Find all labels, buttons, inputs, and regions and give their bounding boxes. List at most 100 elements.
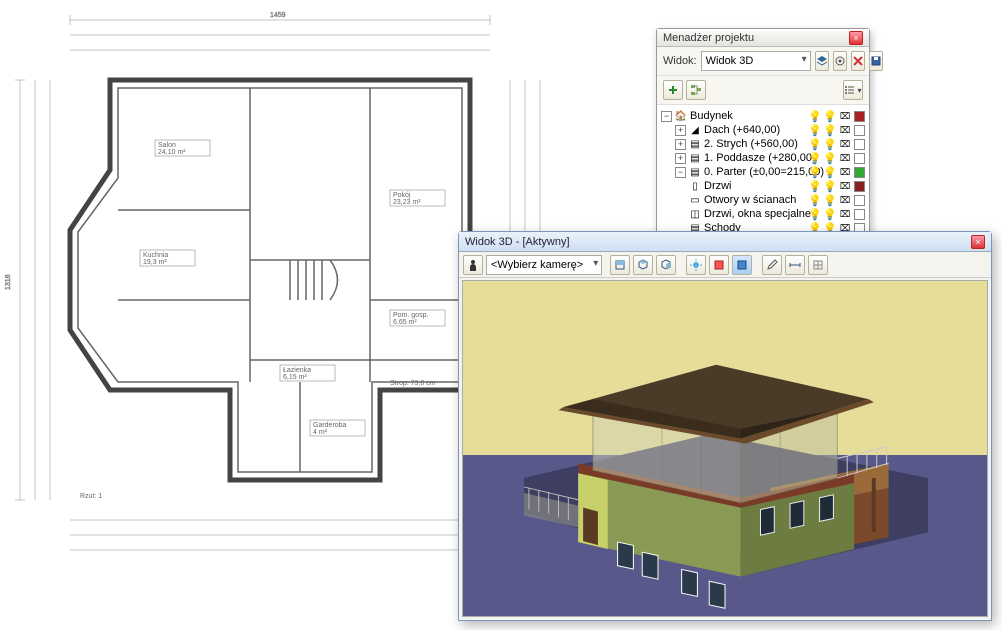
vis-row[interactable]: 💡💡⌧ bbox=[809, 151, 865, 165]
dimension-icon[interactable] bbox=[785, 255, 805, 275]
bulb-icon[interactable]: 💡 bbox=[809, 166, 821, 178]
svg-text:Pokój: Pokój bbox=[393, 192, 411, 199]
save-icon[interactable] bbox=[869, 51, 883, 71]
print-icon[interactable]: ⌧ bbox=[839, 194, 851, 206]
light-blue-icon[interactable] bbox=[732, 255, 752, 275]
cube-side-icon[interactable] bbox=[656, 255, 676, 275]
svg-text:Kuchnia: Kuchnia bbox=[143, 252, 168, 259]
color-swatch[interactable] bbox=[854, 125, 865, 136]
view-dropdown[interactable]: Widok 3D bbox=[701, 51, 811, 71]
color-swatch[interactable] bbox=[854, 209, 865, 220]
vis-row[interactable]: 💡💡⌧ bbox=[809, 207, 865, 221]
dim-height-label: 1316 bbox=[5, 274, 12, 290]
project-manager-panel[interactable]: Menadżer projektu × Widok: Widok 3D ▾ − … bbox=[656, 28, 870, 242]
expander-icon[interactable]: − bbox=[675, 167, 686, 178]
bulb-icon[interactable]: 💡 bbox=[809, 152, 821, 164]
vis-row[interactable]: 💡💡⌧ bbox=[809, 109, 865, 123]
svg-text:6,15 m²: 6,15 m² bbox=[283, 374, 307, 381]
color-swatch[interactable] bbox=[854, 139, 865, 150]
level-icon: ▤ bbox=[689, 138, 701, 150]
cube-iso-icon[interactable] bbox=[633, 255, 653, 275]
bulb2-icon[interactable]: 💡 bbox=[824, 138, 836, 150]
tree-icon[interactable] bbox=[686, 80, 706, 100]
bulb-icon[interactable]: 💡 bbox=[809, 208, 821, 220]
bulb2-icon[interactable]: 💡 bbox=[824, 152, 836, 164]
color-swatch[interactable] bbox=[854, 195, 865, 206]
vis-row[interactable]: 💡💡⌧ bbox=[809, 137, 865, 151]
bulb2-icon[interactable]: 💡 bbox=[824, 180, 836, 192]
svg-text:Pom. gosp.: Pom. gosp. bbox=[393, 312, 428, 319]
svg-text:19,3 m²: 19,3 m² bbox=[143, 259, 167, 266]
expander-icon[interactable]: − bbox=[661, 111, 672, 122]
print-icon[interactable]: ⌧ bbox=[839, 110, 851, 122]
close-icon[interactable]: × bbox=[971, 235, 985, 249]
vis-row[interactable]: 💡💡⌧ bbox=[809, 123, 865, 137]
expander-icon[interactable]: + bbox=[675, 125, 686, 136]
options-icon[interactable]: ▾ bbox=[843, 80, 863, 100]
bulb2-icon[interactable]: 💡 bbox=[824, 208, 836, 220]
grid-icon[interactable] bbox=[808, 255, 828, 275]
pm-second-toolbar: ▾ bbox=[657, 76, 869, 105]
bulb2-icon[interactable]: 💡 bbox=[824, 110, 836, 122]
opening-icon: ▭ bbox=[689, 194, 701, 206]
bulb2-icon[interactable]: 💡 bbox=[824, 194, 836, 206]
viewport-3d[interactable] bbox=[462, 280, 988, 617]
svg-text:6,65 m²: 6,65 m² bbox=[393, 319, 417, 326]
bulb-icon[interactable]: 💡 bbox=[809, 124, 821, 136]
vis-row[interactable]: 💡💡⌧ bbox=[809, 165, 865, 179]
project-manager-titlebar[interactable]: Menadżer projektu × bbox=[657, 29, 869, 47]
roof-icon: ◢ bbox=[689, 124, 701, 136]
view-label: Widok: bbox=[663, 55, 697, 67]
view3d-title: Widok 3D - [Aktywny] bbox=[465, 236, 570, 248]
bulb-icon[interactable]: 💡 bbox=[809, 180, 821, 192]
view3d-titlebar[interactable]: Widok 3D - [Aktywny] × bbox=[459, 232, 991, 252]
svg-text:24,10 m²: 24,10 m² bbox=[158, 149, 186, 156]
vis-row[interactable]: 💡💡⌧ bbox=[809, 193, 865, 207]
cube-front-icon[interactable] bbox=[610, 255, 630, 275]
print-icon[interactable]: ⌧ bbox=[839, 138, 851, 150]
print-icon[interactable]: ⌧ bbox=[839, 152, 851, 164]
print-icon[interactable]: ⌧ bbox=[839, 208, 851, 220]
person-icon[interactable] bbox=[463, 255, 483, 275]
view3d-toolbar: <Wybierz kamerę> bbox=[459, 252, 991, 278]
layers-icon[interactable] bbox=[815, 51, 829, 71]
print-icon[interactable]: ⌧ bbox=[839, 124, 851, 136]
view3d-window[interactable]: Widok 3D - [Aktywny] × <Wybierz kamerę> bbox=[458, 231, 992, 621]
color-swatch[interactable] bbox=[854, 167, 865, 178]
pencil-icon[interactable] bbox=[762, 255, 782, 275]
close-icon[interactable]: × bbox=[849, 31, 863, 45]
bulb2-icon[interactable]: 💡 bbox=[824, 124, 836, 136]
special-window-icon: ◫ bbox=[689, 208, 701, 220]
door-icon: ▯ bbox=[689, 180, 701, 192]
building-icon: 🏠 bbox=[675, 110, 687, 122]
strop-text: Strop: 73,0 cm bbox=[390, 380, 436, 387]
view-name: Rzut: 1 bbox=[80, 493, 102, 500]
building-3d-render bbox=[463, 281, 987, 616]
expander-icon[interactable]: + bbox=[675, 153, 686, 164]
level-icon: ▤ bbox=[689, 152, 701, 164]
view-selector-row: Widok: Widok 3D bbox=[657, 47, 869, 76]
bulb-icon[interactable]: 💡 bbox=[809, 138, 821, 150]
dim-width-label: 1459 bbox=[270, 12, 286, 19]
delete-icon[interactable] bbox=[851, 51, 865, 71]
camera-dropdown[interactable]: <Wybierz kamerę> bbox=[486, 255, 602, 275]
expander-icon[interactable]: + bbox=[675, 139, 686, 150]
print-icon[interactable]: ⌧ bbox=[839, 166, 851, 178]
print-icon[interactable]: ⌧ bbox=[839, 180, 851, 192]
svg-text:Salon: Salon bbox=[158, 142, 176, 149]
target-icon[interactable] bbox=[833, 51, 847, 71]
color-swatch[interactable] bbox=[854, 181, 865, 192]
bulb2-icon[interactable]: 💡 bbox=[824, 166, 836, 178]
color-swatch[interactable] bbox=[854, 111, 865, 122]
svg-text:Garderoba: Garderoba bbox=[313, 422, 347, 429]
project-manager-title: Menadżer projektu bbox=[663, 29, 754, 47]
light-paint-icon[interactable] bbox=[709, 255, 729, 275]
add-icon[interactable] bbox=[663, 80, 683, 100]
svg-text:4 m²: 4 m² bbox=[313, 429, 328, 436]
color-swatch[interactable] bbox=[854, 153, 865, 164]
vis-row[interactable]: 💡💡⌧ bbox=[809, 179, 865, 193]
light-top-icon[interactable] bbox=[686, 255, 706, 275]
bulb-icon[interactable]: 💡 bbox=[809, 110, 821, 122]
bulb-icon[interactable]: 💡 bbox=[809, 194, 821, 206]
svg-text:Łazienka: Łazienka bbox=[283, 367, 311, 374]
